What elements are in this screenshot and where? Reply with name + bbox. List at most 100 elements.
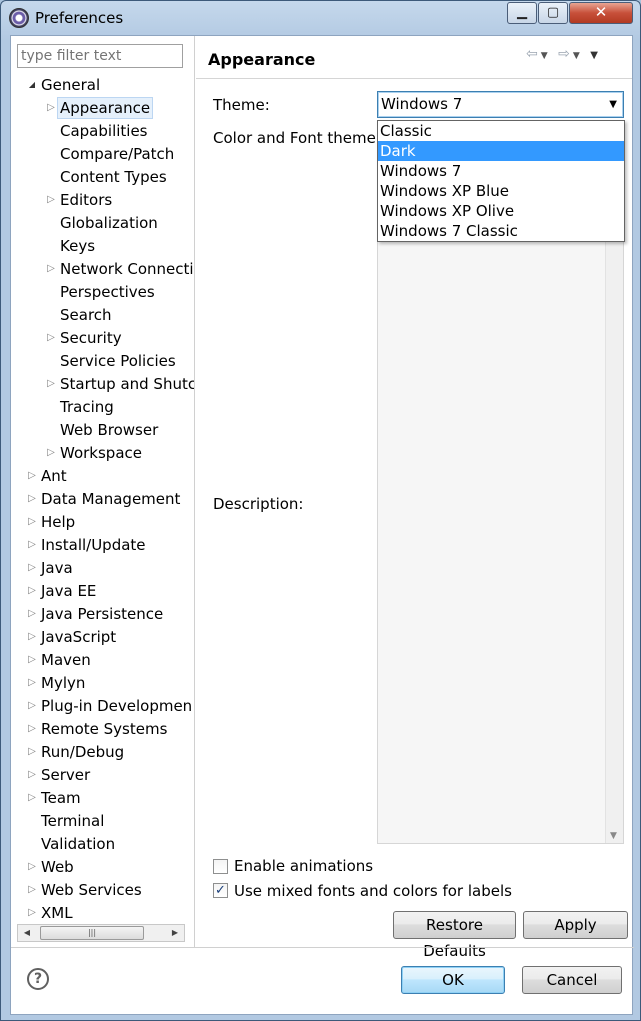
tree-item-label: Search — [60, 306, 112, 324]
collapsed-arrow-icon[interactable]: ▷ — [27, 557, 37, 579]
tree-item-label: Help — [41, 513, 76, 531]
scroll-down-icon[interactable]: ▼ — [610, 831, 617, 841]
collapsed-arrow-icon[interactable]: ▷ — [46, 327, 56, 349]
collapsed-arrow-icon[interactable]: ▷ — [46, 442, 56, 464]
collapsed-arrow-icon[interactable]: ▷ — [27, 856, 37, 878]
mixed-fonts-checkbox[interactable]: ✓ — [213, 883, 228, 898]
collapsed-arrow-icon[interactable]: ▷ — [27, 465, 37, 487]
theme-option[interactable]: Dark — [378, 141, 624, 161]
mixed-fonts-label[interactable]: Use mixed fonts and colors for labels — [234, 882, 512, 900]
tree-item-label: Service Policies — [60, 352, 176, 370]
tree-item-label: Tracing — [60, 398, 114, 416]
collapsed-arrow-icon[interactable]: ▷ — [27, 672, 37, 694]
collapsed-arrow-icon[interactable]: ▷ — [27, 626, 37, 648]
description-label: Description: — [213, 495, 304, 513]
page-title: Appearance — [208, 50, 316, 69]
ok-button[interactable]: OK — [401, 966, 505, 994]
tree-item-label: Java — [41, 559, 73, 577]
forward-dropdown-icon[interactable]: ▼ — [573, 51, 583, 61]
tree-item-label: Terminal — [41, 812, 105, 830]
collapsed-arrow-icon[interactable]: ▷ — [27, 580, 37, 602]
preference-tree-pane: ◢General▷AppearanceCapabilitiesCompare/P… — [11, 36, 195, 947]
collapsed-arrow-icon[interactable]: ▷ — [27, 787, 37, 809]
tree-item-label: Keys — [60, 237, 96, 255]
collapsed-arrow-icon[interactable]: ▷ — [27, 902, 37, 924]
collapsed-arrow-icon[interactable]: ▷ — [27, 534, 37, 556]
restore-defaults-button[interactable]: Restore Defaults — [393, 911, 516, 960]
theme-select-value: Windows 7 — [381, 95, 463, 113]
close-button[interactable]: ✕ — [569, 2, 633, 24]
cancel-button[interactable]: Cancel — [522, 966, 622, 994]
collapsed-arrow-icon[interactable]: ▷ — [27, 649, 37, 671]
tree-item-label: Web Services — [41, 881, 142, 899]
back-dropdown-icon[interactable]: ▼ — [541, 51, 551, 61]
chevron-down-icon[interactable]: ▼ — [609, 92, 617, 117]
tree-item-label: Startup and Shutc — [60, 375, 195, 393]
tree-item-label: Appearance — [57, 97, 154, 119]
enable-animations-checkbox[interactable] — [213, 859, 228, 874]
collapsed-arrow-icon[interactable]: ▷ — [27, 879, 37, 901]
scroll-left-icon[interactable]: ◀ — [20, 925, 34, 941]
expanded-arrow-icon[interactable]: ◢ — [27, 74, 37, 96]
tree-item-label: Java EE — [41, 582, 97, 600]
dialog-client-area: ◢General▷AppearanceCapabilitiesCompare/P… — [10, 35, 634, 1015]
collapsed-arrow-icon[interactable]: ▷ — [27, 603, 37, 625]
tree-item-label: Remote Systems — [41, 720, 168, 738]
preference-page: Appearance ⇦▼ ⇨▼ ▼ Theme: Color and Font… — [196, 36, 632, 960]
color-font-theme-label: Color and Font theme: — [213, 129, 381, 147]
maximize-button[interactable]: ▢ — [538, 2, 568, 24]
tree-item-label: Server — [41, 766, 91, 784]
tree-item-label: XML — [41, 904, 73, 922]
collapsed-arrow-icon[interactable]: ▷ — [27, 764, 37, 786]
theme-option[interactable]: Classic — [378, 121, 624, 141]
tree-item-label: Mylyn — [41, 674, 86, 692]
filter-input[interactable] — [17, 44, 183, 68]
preferences-window: Preferences ▁ ▢ ✕ ◢General▷AppearanceCap… — [0, 0, 641, 1021]
header-separator — [196, 78, 632, 79]
back-arrow-icon[interactable]: ⇦ — [526, 46, 541, 62]
footer-separator — [11, 947, 634, 948]
tree-item-label: JavaScript — [41, 628, 117, 646]
collapsed-arrow-icon[interactable]: ▷ — [46, 258, 56, 280]
eclipse-icon — [9, 8, 29, 28]
tree-item-label: Network Connecti — [60, 260, 194, 278]
scroll-thumb[interactable]: ||| — [40, 926, 144, 940]
collapsed-arrow-icon[interactable]: ▷ — [46, 189, 56, 211]
tree-item-label: Content Types — [60, 168, 167, 186]
theme-label: Theme: — [213, 96, 270, 114]
theme-option[interactable]: Windows 7 — [378, 161, 624, 181]
collapsed-arrow-icon[interactable]: ▷ — [27, 511, 37, 533]
tree-item-label: Capabilities — [60, 122, 148, 140]
theme-option[interactable]: Windows XP Olive — [378, 201, 624, 221]
tree-item-label: Run/Debug — [41, 743, 125, 761]
tree-item-label: Validation — [41, 835, 116, 853]
tree-horizontal-scrollbar[interactable]: ◀ ||| ▶ — [17, 924, 185, 942]
collapsed-arrow-icon[interactable]: ▷ — [27, 488, 37, 510]
tree-item-label: Ant — [41, 467, 67, 485]
collapsed-arrow-icon[interactable]: ▷ — [46, 97, 56, 119]
theme-option[interactable]: Windows XP Blue — [378, 181, 624, 201]
help-icon[interactable]: ? — [27, 968, 49, 990]
tree-item-label: Editors — [60, 191, 113, 209]
apply-button[interactable]: Apply — [523, 911, 628, 939]
tree-item-label: Plug-in Developmen — [41, 697, 193, 715]
theme-option[interactable]: Windows 7 Classic — [378, 221, 624, 241]
collapsed-arrow-icon[interactable]: ▷ — [27, 695, 37, 717]
forward-arrow-icon[interactable]: ⇨ — [558, 46, 573, 62]
tree-item-label: Install/Update — [41, 536, 146, 554]
tree-item-label: Web — [41, 858, 74, 876]
minimize-button[interactable]: ▁ — [507, 2, 537, 24]
tree-item-label: Globalization — [60, 214, 158, 232]
enable-animations-label[interactable]: Enable animations — [234, 857, 373, 875]
collapsed-arrow-icon[interactable]: ▷ — [46, 373, 56, 395]
theme-select[interactable]: Windows 7 ▼ — [377, 91, 624, 118]
collapsed-arrow-icon[interactable]: ▷ — [27, 741, 37, 763]
scroll-right-icon[interactable]: ▶ — [168, 925, 182, 941]
tree-item-label: Compare/Patch — [60, 145, 175, 163]
tree-item-label: Perspectives — [60, 283, 155, 301]
view-menu-icon[interactable]: ▼ — [590, 50, 601, 61]
history-nav: ⇦▼ ⇨▼ ▼ — [526, 46, 601, 62]
collapsed-arrow-icon[interactable]: ▷ — [27, 718, 37, 740]
title-bar[interactable]: Preferences ▁ ▢ ✕ — [1, 1, 640, 35]
tree-item-label: General — [41, 76, 101, 94]
